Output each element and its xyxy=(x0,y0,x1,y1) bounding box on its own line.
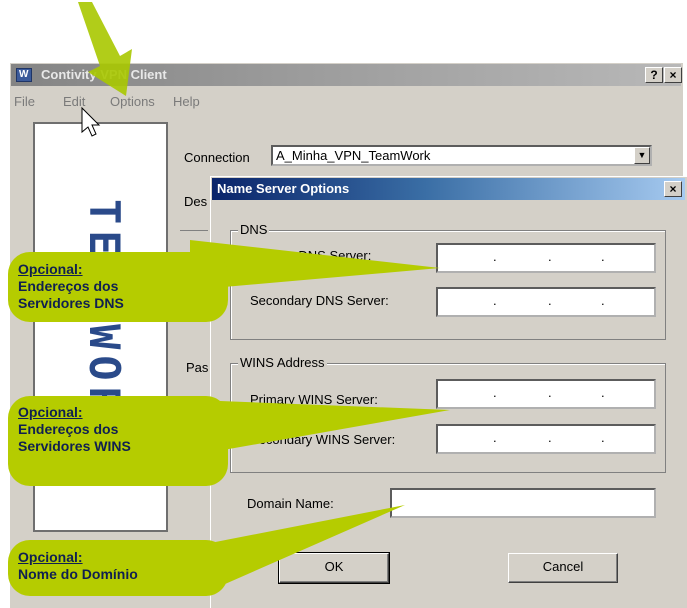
callout-domain-body: Nome do Domínio xyxy=(18,566,138,582)
callout-pointer-domain xyxy=(200,505,405,595)
callout-wins: Opcional: Endereços dos Servidores WINS xyxy=(8,396,228,486)
mouse-cursor-icon xyxy=(81,106,101,137)
callout-domain-head: Opcional: xyxy=(18,549,83,565)
callout-dns-body: Endereços dos Servidores DNS xyxy=(18,278,124,311)
callout-dns-head: Opcional: xyxy=(18,261,83,277)
callout-domain: Opcional: Nome do Domínio xyxy=(8,540,228,596)
callout-wins-body: Endereços dos Servidores WINS xyxy=(18,421,131,454)
callout-wins-head: Opcional: xyxy=(18,404,83,420)
callout-pointer-wins xyxy=(195,400,450,455)
green-arrow-icon xyxy=(78,2,132,96)
callout-dns: Opcional: Endereços dos Servidores DNS xyxy=(8,252,228,322)
